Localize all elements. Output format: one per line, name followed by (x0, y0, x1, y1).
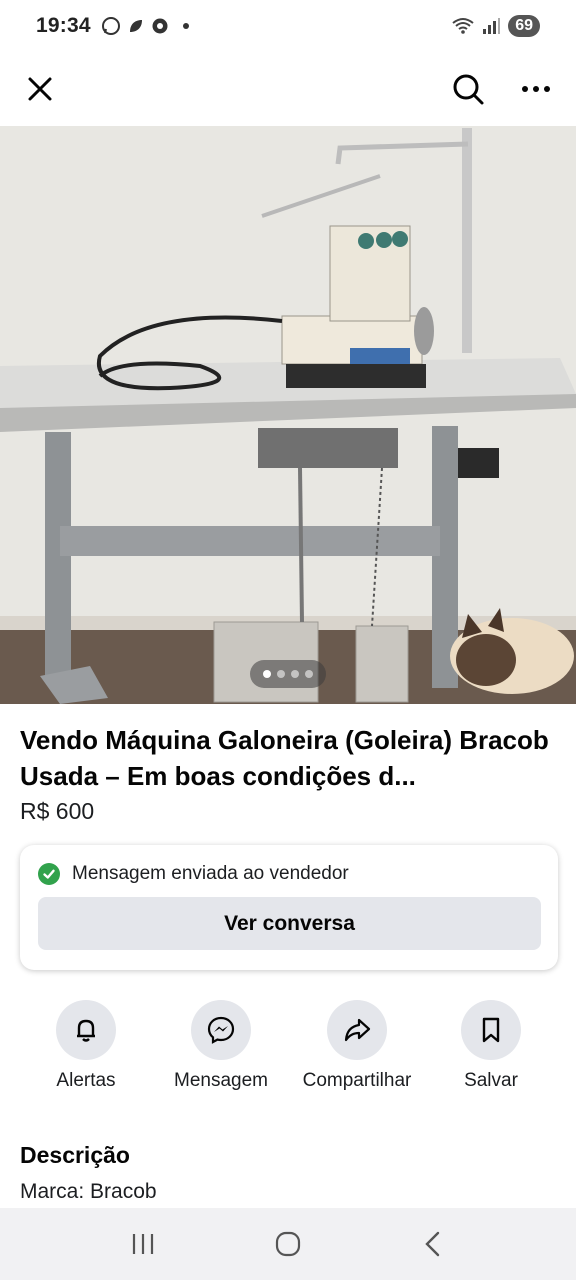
listing-price: R$ 600 (20, 798, 95, 824)
home-button[interactable] (258, 1219, 318, 1269)
messenger-icon (207, 1016, 235, 1044)
message-circle (191, 1000, 251, 1060)
check-circle-icon (38, 863, 60, 885)
share-circle (327, 1000, 387, 1060)
alerts-button[interactable]: Alertas (16, 1000, 156, 1092)
listing-title: Vendo Máquina Galoneira (Goleira) Bracob… (20, 725, 549, 791)
message-sent-card: Mensagem enviada ao vendedor Ver convers… (20, 845, 558, 970)
message-status-text: Mensagem enviada ao vendedor (72, 863, 349, 884)
search-button[interactable] (448, 69, 488, 109)
description-heading: Descrição (20, 1142, 130, 1168)
bell-icon (77, 1019, 95, 1042)
alerts-circle (56, 1000, 116, 1060)
message-label: Mensagem (174, 1070, 268, 1091)
more-button[interactable] (516, 69, 556, 109)
save-circle (461, 1000, 521, 1060)
search-icon (453, 74, 484, 105)
alerts-label: Alertas (56, 1070, 116, 1091)
whatsapp-icon (101, 17, 120, 35)
action-row: Alertas Mensagem Compartilhar Salvar (0, 1000, 576, 1100)
share-button[interactable]: Compartilhar (287, 1000, 427, 1092)
close-button[interactable] (20, 69, 60, 109)
wifi-icon (452, 18, 474, 34)
more-icon (522, 86, 550, 92)
save-label: Salvar (464, 1070, 518, 1091)
description-brand: Marca: Bracob (20, 1180, 157, 1203)
top-right-actions (448, 69, 556, 109)
system-nav-bar (0, 1208, 576, 1280)
carousel-dot (277, 670, 285, 678)
sewing-machine-photo (0, 126, 576, 704)
share-label: Compartilhar (302, 1070, 412, 1091)
message-button[interactable]: Mensagem (151, 1000, 291, 1092)
more-notifications-dot (182, 23, 189, 29)
home-icon (275, 1231, 301, 1257)
recent-apps-button[interactable] (113, 1219, 173, 1269)
recent-apps-icon (132, 1234, 153, 1254)
view-conversation-button[interactable]: Ver conversa (38, 897, 541, 950)
message-status: Mensagem enviada ao vendedor (38, 863, 540, 885)
listing-photo[interactable] (0, 126, 576, 704)
system-icons: 69 (452, 15, 540, 37)
close-icon (28, 77, 52, 101)
leaf-icon (129, 20, 142, 32)
share-icon (344, 1018, 371, 1042)
top-bar (0, 52, 576, 126)
back-button[interactable] (403, 1219, 463, 1269)
chrome-icon (152, 18, 168, 34)
signal-icon (483, 18, 501, 34)
battery-icon: 69 (508, 15, 540, 37)
bookmark-icon (482, 1017, 500, 1043)
carousel-dot (305, 670, 313, 678)
carousel-dot (291, 670, 299, 678)
carousel-dots[interactable] (250, 660, 326, 688)
status-time: 19:34 (36, 14, 91, 37)
carousel-dot (263, 670, 271, 678)
save-button[interactable]: Salvar (421, 1000, 561, 1092)
back-icon (425, 1231, 440, 1257)
status-bar: 19:34 69 (0, 0, 576, 52)
notification-icons (101, 16, 189, 36)
